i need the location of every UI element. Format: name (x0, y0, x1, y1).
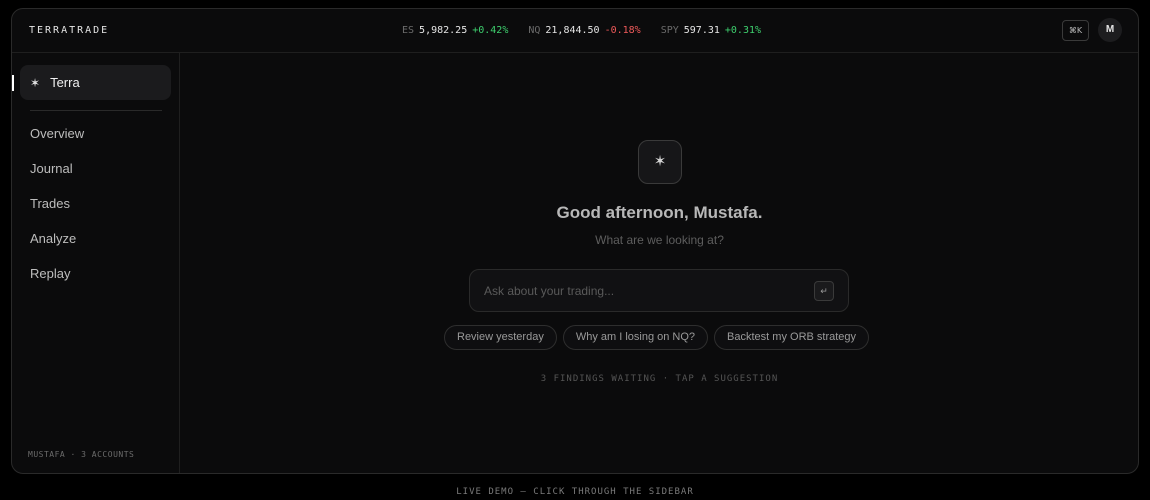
avatar[interactable]: M (1098, 18, 1122, 42)
ticker-symbol: ES (402, 25, 415, 36)
findings-status: 3 FINDINGS WAITING · TAP A SUGGESTION (540, 374, 779, 384)
ticker-nq[interactable]: NQ 21,844.50 -0.18% (528, 25, 640, 36)
ask-input[interactable] (484, 282, 804, 300)
account-summary[interactable]: MUSTAFA · 3 ACCOUNTS (28, 450, 134, 459)
ticker-symbol: SPY (660, 25, 679, 36)
sidebar-nav: Overview Journal Trades Analyze Replay (30, 126, 84, 301)
active-indicator (12, 75, 14, 91)
sidebar-item-label: Terra (50, 75, 80, 90)
sparkle-icon: ✶ (30, 75, 41, 90)
demo-note: LIVE DEMO — CLICK THROUGH THE SIDEBAR (456, 487, 694, 497)
ticker-es[interactable]: ES 5,982.25 +0.42% (402, 25, 508, 36)
enter-icon[interactable]: ↵ (814, 281, 834, 301)
ticker-spy[interactable]: SPY 597.31 +0.31% (661, 25, 761, 36)
sidebar-item-overview[interactable]: Overview (30, 126, 84, 161)
greeting-subtitle: What are we looking at? (595, 233, 724, 247)
ticker-price: 5,982.25 (419, 25, 468, 36)
ask-box: ↵ (469, 269, 849, 312)
ticker-price: 21,844.50 (545, 25, 600, 36)
sidebar-item-replay[interactable]: Replay (30, 266, 84, 301)
ticker-change: +0.31% (724, 25, 762, 36)
main-panel: ✶ Good afternoon, Mustafa. What are we l… (181, 53, 1138, 473)
ticker-symbol: NQ (528, 25, 541, 36)
sidebar-item-trades[interactable]: Trades (30, 196, 84, 231)
suggestion-chip-review-yesterday[interactable]: Review yesterday (444, 325, 557, 350)
ticker-change: -0.18% (604, 25, 641, 36)
ticker-change: +0.42% (472, 25, 509, 36)
sidebar: ✶ Terra Overview Journal Trades Analyze … (12, 53, 180, 473)
command-palette-button[interactable]: ⌘K (1062, 20, 1089, 41)
ticker-strip: ES 5,982.25 +0.42% NQ 21,844.50 -0.18% S… (402, 25, 761, 36)
sidebar-item-terra[interactable]: ✶ Terra (20, 65, 171, 100)
sidebar-divider (30, 110, 162, 111)
sidebar-item-analyze[interactable]: Analyze (30, 231, 84, 266)
suggestion-chip-losing-nq[interactable]: Why am I losing on NQ? (562, 325, 709, 350)
suggestion-chip-backtest-orb[interactable]: Backtest my ORB strategy (714, 325, 870, 350)
sparkle-icon: ✶ (638, 140, 682, 184)
top-bar: TERRATRADE ES 5,982.25 +0.42% NQ 21,844.… (12, 9, 1138, 53)
app-window: TERRATRADE ES 5,982.25 +0.42% NQ 21,844.… (11, 8, 1139, 474)
brand-logo[interactable]: TERRATRADE (29, 25, 109, 36)
sidebar-item-journal[interactable]: Journal (30, 161, 84, 196)
ticker-price: 597.31 (683, 25, 720, 36)
suggestion-chips: Review yesterday Why am I losing on NQ? … (444, 325, 870, 350)
greeting-heading: Good afternoon, Mustafa. (556, 203, 763, 222)
